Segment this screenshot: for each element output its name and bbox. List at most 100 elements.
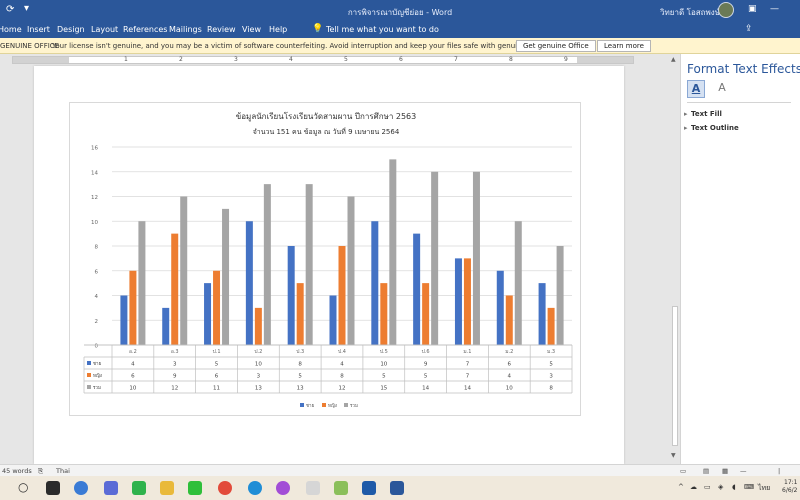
ime-icon[interactable]: ⌨	[744, 483, 754, 491]
table-value: 9	[424, 362, 428, 368]
paint-app-icon[interactable]	[334, 481, 348, 495]
tab-design[interactable]: Design	[57, 25, 85, 34]
bar-total	[431, 171, 439, 345]
message-bar-text: Your license isn't genuine, and you may …	[52, 42, 572, 50]
bar-male	[538, 283, 546, 345]
license-message-bar: GENUINE OFFICE Your license isn't genuin…	[0, 38, 800, 54]
table-legend-key	[87, 385, 91, 389]
language-indicator[interactable]: Thai	[56, 467, 70, 475]
windows-taskbar: ○ ^ ☁ ▭ ◈ ◖ ⌨ ไทย 17:1 6/6/2	[0, 476, 800, 500]
messenger-app-icon[interactable]	[104, 481, 118, 495]
table-value: 10	[255, 362, 262, 368]
focus-mode-icon[interactable]: ▭	[680, 467, 686, 475]
table-value: 3	[173, 362, 177, 368]
tray-chevron-up-icon[interactable]: ^	[678, 483, 684, 491]
legend-label: ชาย	[306, 403, 315, 409]
pane-title: Format Text Effects	[687, 62, 800, 76]
category-label: ป.6	[422, 349, 430, 355]
table-legend-key	[87, 373, 91, 377]
share-icon[interactable]: ⇪	[745, 24, 753, 34]
cloud-icon[interactable]: ☁	[690, 483, 697, 491]
category-label: ป.4	[338, 349, 346, 355]
table-value: 5	[424, 374, 428, 380]
bar-total	[305, 184, 313, 345]
document-page[interactable]: ข้อมูลนักเรียนโรงเรียนวัดสามผาน ปีการศึก…	[34, 66, 624, 464]
minimize-icon[interactable]: —	[770, 4, 779, 14]
tab-layout[interactable]: Layout	[91, 25, 118, 34]
scroll-thumb[interactable]	[672, 306, 678, 446]
text-fill-outline-icon[interactable]: A	[687, 80, 705, 98]
network-icon[interactable]: ◈	[718, 483, 723, 491]
chrome-icon[interactable]	[218, 481, 232, 495]
scroll-up-icon[interactable]: ▲	[671, 56, 676, 63]
input-language[interactable]: ไทย	[758, 483, 770, 494]
table-value: 6	[508, 362, 512, 368]
table-legend-key	[87, 361, 91, 365]
tab-mailings[interactable]: Mailings	[169, 25, 202, 34]
bar-male	[413, 233, 421, 345]
clock-date: 6/6/2	[782, 487, 798, 494]
web-layout-icon[interactable]: ▦	[722, 467, 728, 475]
ribbon-display-icon[interactable]: ▣	[748, 4, 757, 14]
app-icon[interactable]	[306, 481, 320, 495]
scroll-down-icon[interactable]: ▼	[671, 452, 676, 459]
bar-female	[213, 270, 221, 345]
tab-review[interactable]: Review	[207, 25, 236, 34]
tab-references[interactable]: References	[123, 25, 167, 34]
search-icon[interactable]: ○	[18, 480, 28, 494]
table-value: 12	[171, 386, 178, 392]
tab-insert[interactable]: Insert	[27, 25, 50, 34]
text-effects-icon[interactable]: A	[713, 80, 731, 98]
text-fill-section[interactable]: Text Fill	[691, 110, 722, 118]
zoom-out-icon[interactable]: —	[740, 467, 747, 475]
wechat-icon[interactable]	[132, 481, 146, 495]
bar-female	[296, 283, 304, 345]
bar-male	[204, 283, 212, 345]
bar-chart[interactable]: ข้อมูลนักเรียนโรงเรียนวัดสามผาน ปีการศึก…	[70, 103, 582, 417]
avatar[interactable]	[718, 2, 734, 18]
user-name[interactable]: วิทยาดี โอสถพงษ์ญ	[660, 6, 727, 19]
table-value: 13	[297, 386, 304, 392]
chart-object[interactable]: ข้อมูลนักเรียนโรงเรียนวัดสามผาน ปีการศึก…	[69, 102, 581, 416]
edge-icon[interactable]	[248, 481, 262, 495]
category-label: ม.3	[547, 349, 555, 355]
photos-app-icon[interactable]	[362, 481, 376, 495]
horizontal-ruler[interactable]: 1 2 3 4 5 6 7 8 9	[0, 54, 670, 66]
print-layout-icon[interactable]: ▤	[703, 467, 709, 475]
ruler-number: 2	[179, 56, 183, 63]
messenger-icon[interactable]	[276, 481, 290, 495]
tab-home[interactable]: Home	[0, 25, 22, 34]
bar-total	[180, 196, 188, 345]
ruler-number: 4	[289, 56, 293, 63]
category-label: ม.2	[505, 349, 513, 355]
file-explorer-icon[interactable]	[160, 481, 174, 495]
learn-more-button[interactable]: Learn more	[597, 40, 651, 52]
edge-browser-icon[interactable]	[74, 481, 88, 495]
bar-female	[254, 307, 262, 345]
table-value: 8	[298, 362, 302, 368]
line-app-icon[interactable]	[188, 481, 202, 495]
proofing-icon[interactable]: ⎘	[38, 467, 43, 476]
ruler-number: 7	[454, 56, 458, 63]
chevron-right-icon[interactable]: ▸	[684, 124, 688, 132]
task-view-icon[interactable]	[46, 481, 60, 495]
tab-help[interactable]: Help	[269, 25, 287, 34]
word-app-icon[interactable]	[390, 481, 404, 495]
tab-view[interactable]: View	[242, 25, 261, 34]
battery-icon[interactable]: ▭	[704, 483, 711, 491]
bar-male	[245, 221, 253, 345]
zoom-slider-thumb[interactable]: |	[778, 467, 780, 475]
bar-total	[556, 246, 564, 345]
volume-icon[interactable]: ◖	[732, 483, 736, 491]
table-value: 5	[215, 362, 219, 368]
tell-me-search[interactable]: Tell me what you want to do	[326, 25, 439, 34]
vertical-scrollbar[interactable]: ▲ ▼	[670, 54, 680, 464]
word-count[interactable]: 45 words	[2, 467, 32, 475]
lightbulb-icon[interactable]: 💡	[312, 24, 323, 34]
status-bar: 45 words ⎘ Thai ▭ ▤ ▦ — |	[0, 464, 800, 476]
category-label: ป.5	[380, 349, 388, 355]
text-outline-section[interactable]: Text Outline	[691, 124, 739, 132]
chevron-right-icon[interactable]: ▸	[684, 110, 688, 118]
clock[interactable]: 17:1 6/6/2	[782, 479, 798, 495]
get-genuine-office-button[interactable]: Get genuine Office	[516, 40, 596, 52]
